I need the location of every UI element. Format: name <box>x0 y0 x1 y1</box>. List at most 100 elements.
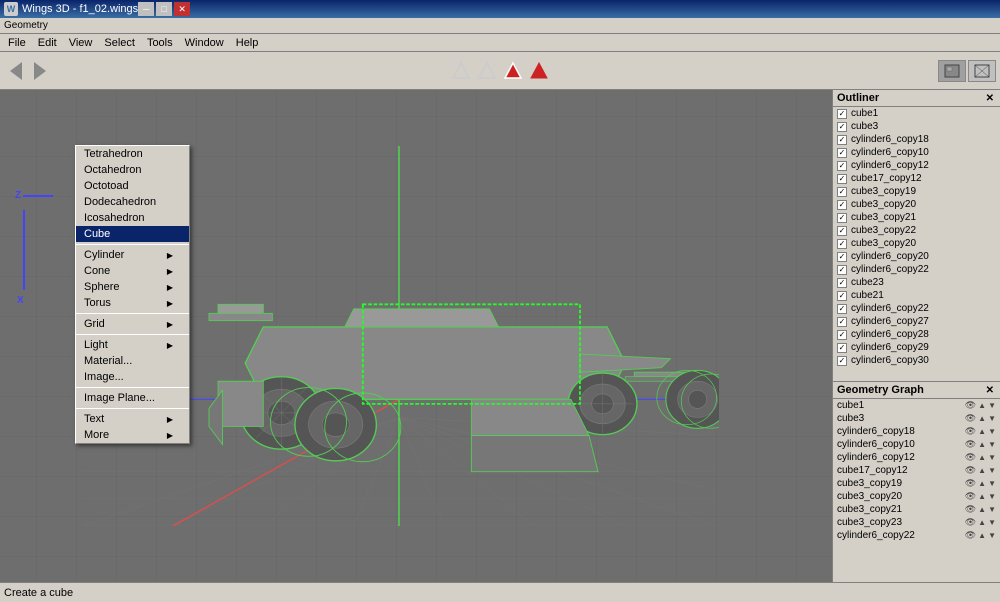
menu-view[interactable]: View <box>63 36 99 50</box>
outliner-check[interactable]: ✓ <box>837 304 847 314</box>
outliner-check[interactable]: ✓ <box>837 226 847 236</box>
geometry-graph-list[interactable]: cube1 👁 ▲ ▼ cube3 👁 ▲ ▼ cy <box>833 399 1000 582</box>
list-item[interactable]: ✓cube3_copy22 <box>833 224 1000 237</box>
menu-tools[interactable]: Tools <box>141 36 179 50</box>
list-item[interactable]: cylinder6_copy18 👁 ▲ ▼ <box>833 425 1000 438</box>
ctx-sphere[interactable]: Sphere ▶ <box>76 279 189 295</box>
list-item[interactable]: ✓cube17_copy12 <box>833 172 1000 185</box>
outliner-check[interactable]: ✓ <box>837 330 847 340</box>
outliner-check[interactable]: ✓ <box>837 200 847 210</box>
ctx-cone[interactable]: Cone ▶ <box>76 263 189 279</box>
list-item[interactable]: ✓cube3 <box>833 120 1000 133</box>
menu-file[interactable]: File <box>2 36 32 50</box>
move-down-icon[interactable]: ▼ <box>988 440 996 449</box>
menu-select[interactable]: Select <box>98 36 141 50</box>
move-up-icon[interactable]: ▲ <box>978 505 986 514</box>
list-item[interactable]: cylinder6_copy22 👁 ▲ ▼ <box>833 529 1000 542</box>
outliner-check[interactable]: ✓ <box>837 291 847 301</box>
outliner-check[interactable]: ✓ <box>837 356 847 366</box>
menu-edit[interactable]: Edit <box>32 36 63 50</box>
list-item[interactable]: cube3 👁 ▲ ▼ <box>833 412 1000 425</box>
visibility-icon[interactable]: 👁 <box>965 413 976 424</box>
list-item[interactable]: ✓cube3_copy20 <box>833 198 1000 211</box>
visibility-icon[interactable]: 👁 <box>965 400 976 411</box>
tri-face-icon[interactable] <box>502 60 524 82</box>
move-down-icon[interactable]: ▼ <box>988 518 996 527</box>
list-item[interactable]: cylinder6_copy10 👁 ▲ ▼ <box>833 438 1000 451</box>
list-item[interactable]: cube3_copy20 👁 ▲ ▼ <box>833 490 1000 503</box>
list-item[interactable]: ✓cylinder6_copy18 <box>833 133 1000 146</box>
visibility-icon[interactable]: 👁 <box>965 491 976 502</box>
move-up-icon[interactable]: ▲ <box>978 531 986 540</box>
list-item[interactable]: ✓cube21 <box>833 289 1000 302</box>
geometry-graph-close-button[interactable]: ✕ <box>984 385 996 396</box>
close-button[interactable]: ✕ <box>174 2 190 16</box>
ctx-image-plane[interactable]: Image Plane... <box>76 390 189 406</box>
outliner-check[interactable]: ✓ <box>837 109 847 119</box>
tri-edge-icon[interactable] <box>476 60 498 82</box>
move-up-icon[interactable]: ▲ <box>978 479 986 488</box>
outliner-check[interactable]: ✓ <box>837 161 847 171</box>
move-up-icon[interactable]: ▲ <box>978 492 986 501</box>
ctx-icosahedron[interactable]: Icosahedron <box>76 210 189 226</box>
visibility-icon[interactable]: 👁 <box>965 530 976 541</box>
visibility-icon[interactable]: 👁 <box>965 426 976 437</box>
list-item[interactable]: ✓cube3_copy19 <box>833 185 1000 198</box>
move-up-icon[interactable]: ▲ <box>978 518 986 527</box>
list-item[interactable]: ✓cube3_copy20 <box>833 237 1000 250</box>
list-item[interactable]: cube3_copy19 👁 ▲ ▼ <box>833 477 1000 490</box>
ctx-more[interactable]: More ▶ <box>76 427 189 443</box>
visibility-icon[interactable]: 👁 <box>965 517 976 528</box>
menu-window[interactable]: Window <box>179 36 230 50</box>
outliner-close-button[interactable]: ✕ <box>984 93 996 104</box>
ctx-octotoad[interactable]: Octotoad <box>76 178 189 194</box>
move-up-icon[interactable]: ▲ <box>978 453 986 462</box>
outliner-check[interactable]: ✓ <box>837 187 847 197</box>
outliner-list[interactable]: ✓cube1 ✓cube3 ✓cylinder6_copy18 ✓cylinde… <box>833 107 1000 381</box>
list-item[interactable]: ✓cylinder6_copy22 <box>833 263 1000 276</box>
list-item[interactable]: ✓cube3_copy21 <box>833 211 1000 224</box>
list-item[interactable]: ✓cylinder6_copy30 <box>833 354 1000 367</box>
ctx-cylinder[interactable]: Cylinder ▶ <box>76 247 189 263</box>
wire-view-button[interactable] <box>968 60 996 82</box>
visibility-icon[interactable]: 👁 <box>965 439 976 450</box>
list-item[interactable]: cube17_copy12 👁 ▲ ▼ <box>833 464 1000 477</box>
move-down-icon[interactable]: ▼ <box>988 531 996 540</box>
ctx-light[interactable]: Light ▶ <box>76 337 189 353</box>
list-item[interactable]: ✓cylinder6_copy28 <box>833 328 1000 341</box>
ctx-image[interactable]: Image... <box>76 369 189 385</box>
list-item[interactable]: cube1 👁 ▲ ▼ <box>833 399 1000 412</box>
list-item[interactable]: cube3_copy21 👁 ▲ ▼ <box>833 503 1000 516</box>
ctx-grid[interactable]: Grid ▶ <box>76 316 189 332</box>
list-item[interactable]: cylinder6_copy12 👁 ▲ ▼ <box>833 451 1000 464</box>
tri-vertex-icon[interactable] <box>450 60 472 82</box>
move-up-icon[interactable]: ▲ <box>978 466 986 475</box>
outliner-check[interactable]: ✓ <box>837 174 847 184</box>
move-down-icon[interactable]: ▼ <box>988 453 996 462</box>
list-item[interactable]: ✓cylinder6_copy20 <box>833 250 1000 263</box>
menu-help[interactable]: Help <box>230 36 265 50</box>
move-down-icon[interactable]: ▼ <box>988 401 996 410</box>
outliner-check[interactable]: ✓ <box>837 343 847 353</box>
outliner-check[interactable]: ✓ <box>837 122 847 132</box>
maximize-button[interactable]: □ <box>156 2 172 16</box>
viewport-3d[interactable]: Z X <box>0 90 832 582</box>
move-down-icon[interactable]: ▼ <box>988 466 996 475</box>
nav-right-button[interactable] <box>29 60 51 82</box>
list-item[interactable]: ✓cylinder6_copy12 <box>833 159 1000 172</box>
ctx-octahedron[interactable]: Octahedron <box>76 162 189 178</box>
outliner-check[interactable]: ✓ <box>837 213 847 223</box>
list-item[interactable]: ✓cylinder6_copy10 <box>833 146 1000 159</box>
nav-left-button[interactable] <box>5 60 27 82</box>
visibility-icon[interactable]: 👁 <box>965 478 976 489</box>
outliner-check[interactable]: ✓ <box>837 317 847 327</box>
move-up-icon[interactable]: ▲ <box>978 401 986 410</box>
ctx-cube[interactable]: Cube <box>76 226 189 242</box>
move-down-icon[interactable]: ▼ <box>988 427 996 436</box>
outliner-check[interactable]: ✓ <box>837 252 847 262</box>
ctx-dodecahedron[interactable]: Dodecahedron <box>76 194 189 210</box>
visibility-icon[interactable]: 👁 <box>965 452 976 463</box>
move-down-icon[interactable]: ▼ <box>988 505 996 514</box>
ctx-text[interactable]: Text ▶ <box>76 411 189 427</box>
ctx-torus[interactable]: Torus ▶ <box>76 295 189 311</box>
